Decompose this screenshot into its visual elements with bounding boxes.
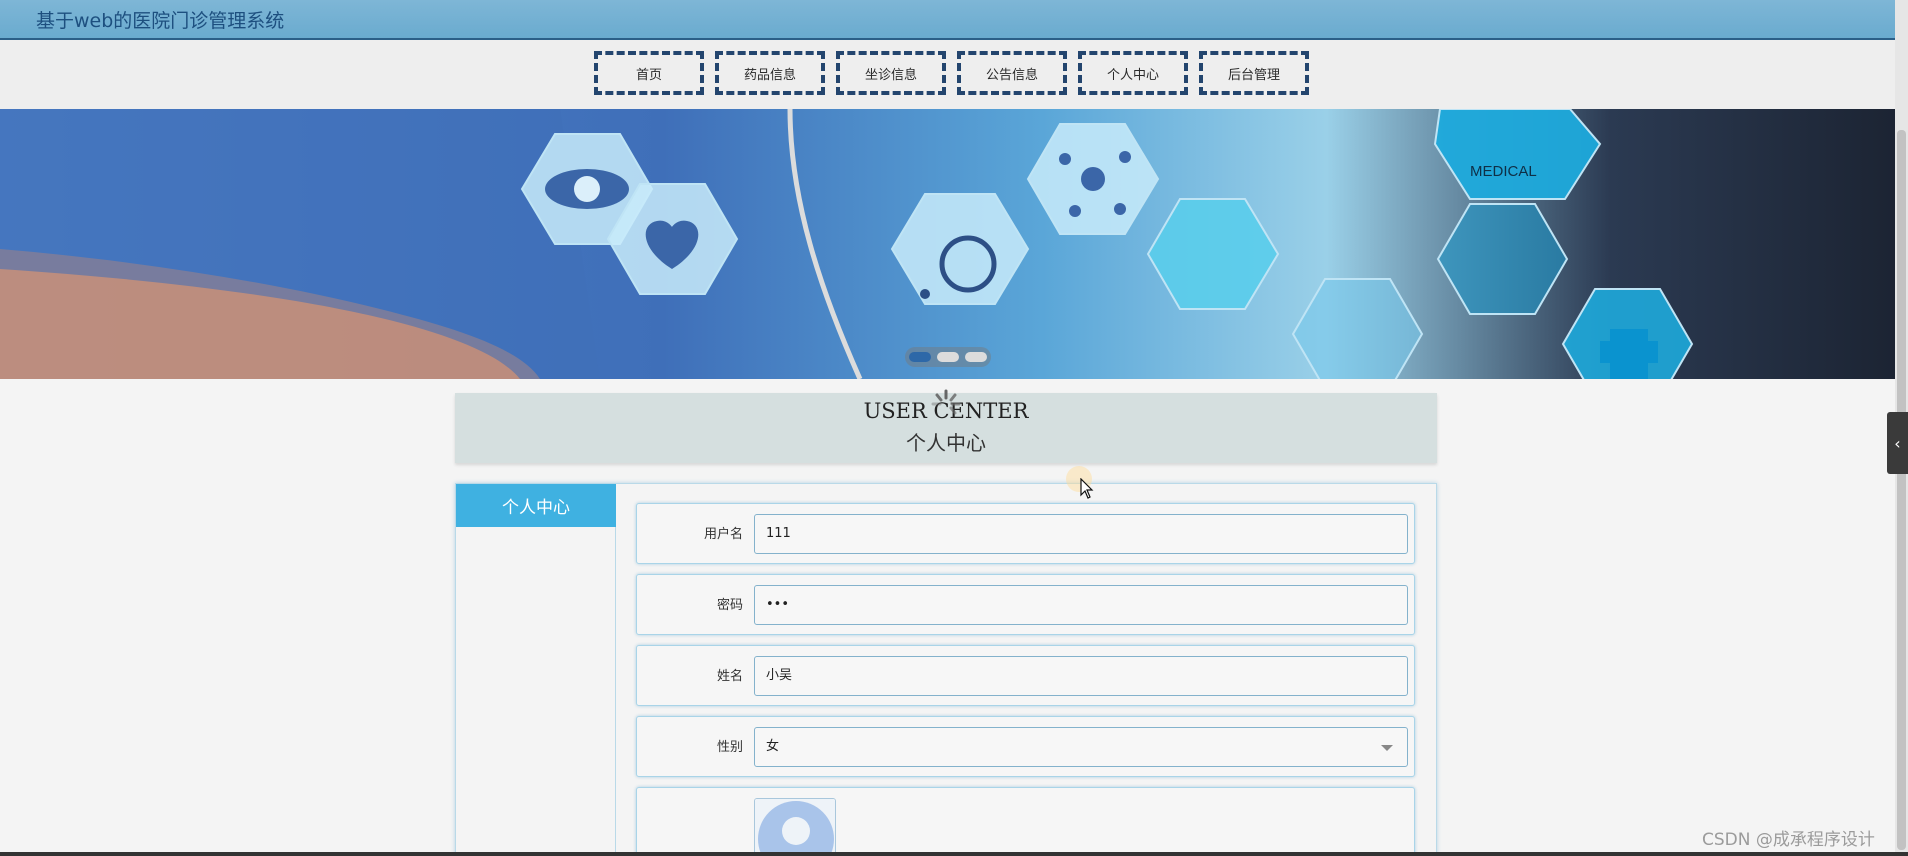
top-header: 基于web的医院门诊管理系统 [0,0,1895,40]
gender-select-value: 女 [766,739,780,754]
banner-illustration: MEDICAL [0,109,1694,379]
username-label: 用户名 [703,527,743,542]
password-label: 密码 [716,598,743,613]
side-menu: 个人中心 [456,484,616,856]
scrollbar-thumb[interactable] [1897,130,1906,850]
side-collapse-tab[interactable]: ‹ [1887,412,1908,474]
chevron-down-icon [1381,745,1393,751]
gender-select[interactable]: 女 [754,727,1408,767]
nav-item-home[interactable]: 首页 [594,51,704,95]
form-row-avatar [636,787,1415,856]
username-input[interactable]: 111 [754,514,1408,554]
chevron-left-icon: ‹ [1894,433,1901,453]
name-label: 姓名 [716,669,743,684]
form-row-gender: 性别 女 [636,716,1415,777]
nav-list: 首页 药品信息 坐诊信息 公告信息 个人中心 后台管理 [594,51,1309,95]
watermark: CSDN @成承程序设计 [1702,830,1875,850]
avatar-placeholder-icon [755,799,835,856]
page-root: 基于web的医院门诊管理系统 首页 药品信息 坐诊信息 公告信息 个人中心 后台… [0,0,1908,856]
site-title: 基于web的医院门诊管理系统 [36,10,285,32]
bottom-strip [0,852,1908,856]
name-input[interactable]: 小吴 [754,656,1408,696]
side-menu-item-personal-center[interactable]: 个人中心 [456,484,616,527]
nav-bar: 首页 药品信息 坐诊信息 公告信息 个人中心 后台管理 [0,40,1895,109]
banner-carousel[interactable]: MEDICAL [0,109,1895,379]
nav-item-personal-center[interactable]: 个人中心 [1078,51,1188,95]
password-input[interactable]: ••• [754,585,1408,625]
loading-spinner-icon [931,389,961,415]
section-title-cn: 个人中心 [906,431,986,455]
avatar-upload[interactable] [754,798,836,856]
nav-item-notice[interactable]: 公告信息 [957,51,1067,95]
carousel-dot-1[interactable] [909,352,931,362]
carousel-dot-3[interactable] [965,352,987,362]
form-row-name: 姓名 小吴 [636,645,1415,706]
mouse-cursor-icon [1080,478,1094,499]
form-row-password: 密码 ••• [636,574,1415,635]
banner-medical-text: MEDICAL [1470,163,1537,180]
test-tubes-icon [1291,278,1424,379]
syringe-icon [1146,198,1280,310]
nav-item-clinic[interactable]: 坐诊信息 [836,51,946,95]
microscope-icon [1436,203,1569,315]
carousel-dot-2[interactable] [937,352,959,362]
nav-item-admin[interactable]: 后台管理 [1199,51,1309,95]
gender-label: 性别 [716,740,743,755]
user-center-panel: 个人中心 用户名 111 密码 ••• 姓名 小吴 性别 女 [455,483,1437,856]
form-row-username: 用户名 111 [636,503,1415,564]
carousel-dots [905,347,991,367]
nav-item-medicine[interactable]: 药品信息 [715,51,825,95]
